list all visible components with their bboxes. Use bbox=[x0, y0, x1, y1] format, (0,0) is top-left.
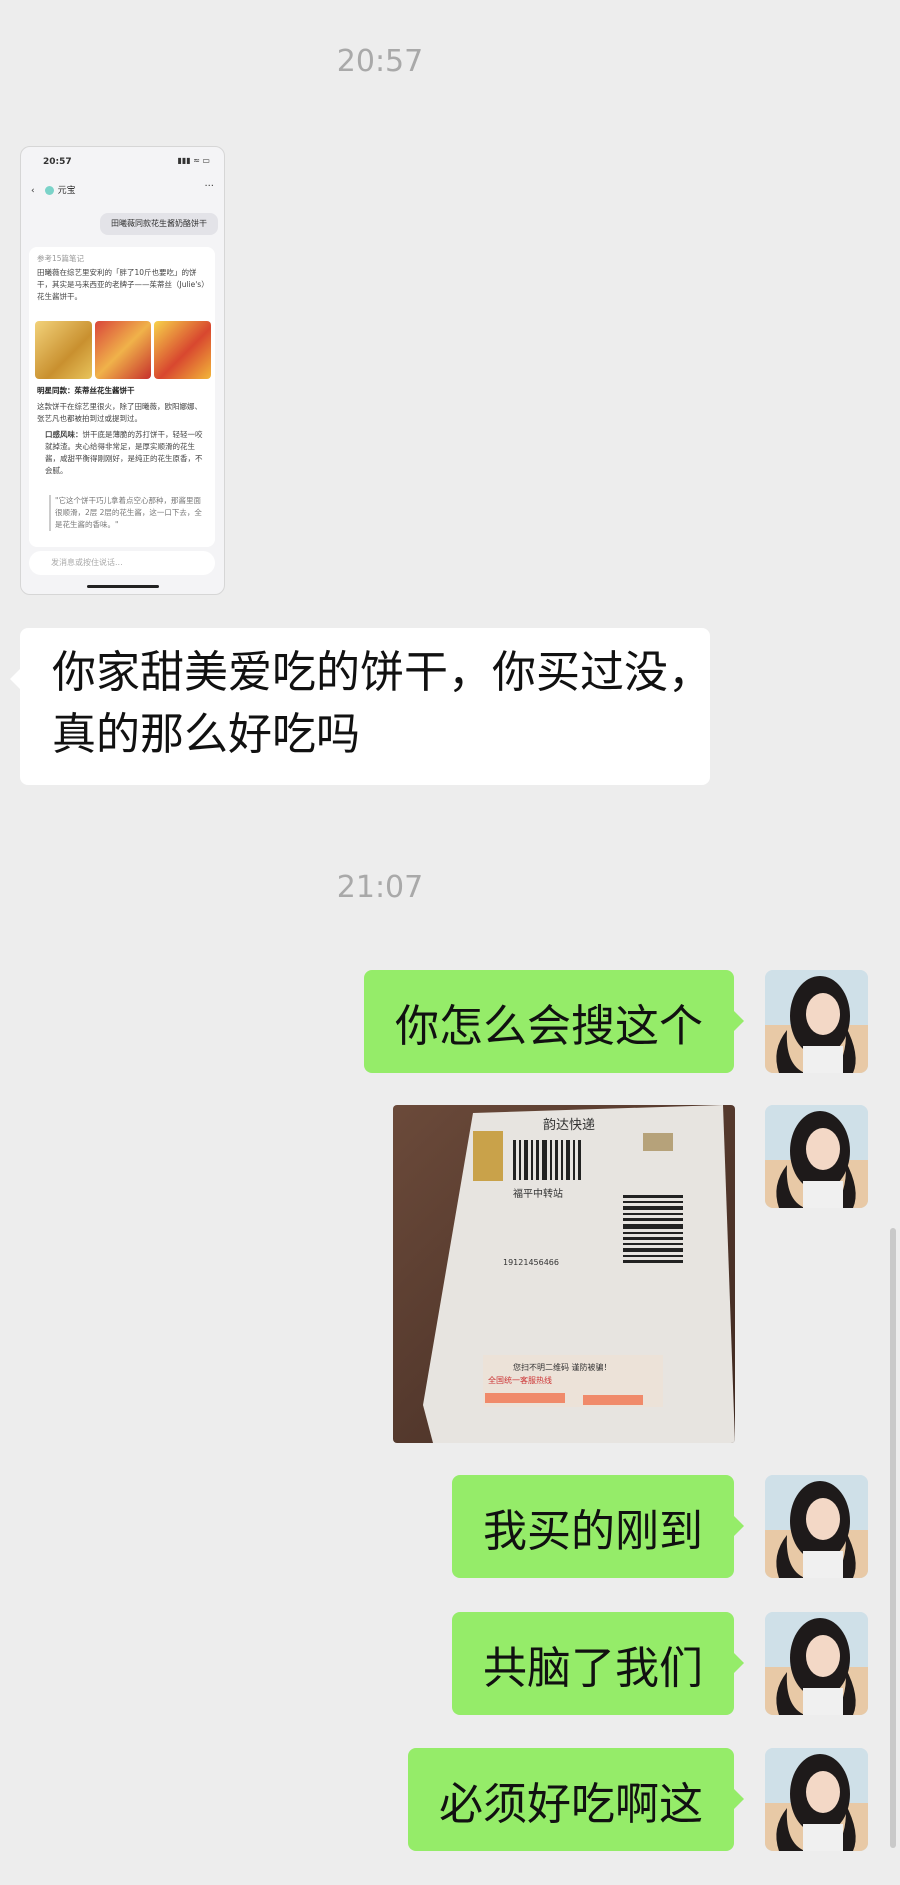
avatar[interactable] bbox=[765, 970, 868, 1073]
incoming-message-bubble[interactable]: 你家甜美爱吃的饼干，你买过没， 真的那么好吃吗 bbox=[10, 628, 712, 785]
message-text: 你怎么会搜这个 bbox=[395, 1000, 703, 1052]
thumb-answer-intro: 田曦薇在综艺里安利的「胖了10斤也要吃」的饼干，其实是马来西亚的老牌子——茱蒂丝… bbox=[37, 268, 205, 301]
thumb-bullet-title: 口感风味： bbox=[45, 430, 83, 439]
thumb-ref-line: 参考15篇笔记 bbox=[37, 254, 85, 263]
back-icon: ‹ bbox=[31, 186, 35, 196]
outgoing-message-bubble[interactable]: 必须好吃啊这 bbox=[408, 1748, 744, 1851]
thumb-question-bubble: 田曦薇同款花生酱奶酪饼干 bbox=[100, 213, 218, 235]
timestamp: 21:07 bbox=[336, 870, 424, 905]
more-icon: ··· bbox=[204, 181, 214, 192]
avatar[interactable] bbox=[765, 1105, 868, 1208]
message-text: 我买的刚到 bbox=[483, 1505, 703, 1557]
thumb-input-bar: 发消息或按住说话... bbox=[29, 551, 215, 575]
avatar-photo bbox=[765, 1105, 868, 1208]
timestamp: 20:57 bbox=[336, 44, 424, 79]
outgoing-message-bubble[interactable]: 共脑了我们 bbox=[452, 1612, 744, 1715]
received-screenshot-image[interactable]: 20:57 ▮▮▮ ≈ ▭ ‹ 元宝 ··· 田曦薇同款花生酱奶酪饼干 参考15篇… bbox=[20, 146, 225, 595]
avatar[interactable] bbox=[765, 1475, 868, 1578]
app-logo-icon bbox=[44, 186, 54, 195]
outgoing-message-bubble[interactable]: 你怎么会搜这个 bbox=[364, 970, 744, 1073]
thumb-quote: "它这个饼干巧儿拿着点空心那种，那酱里面很顺滑，2层 2层的花生酱，这一口下去，… bbox=[49, 495, 205, 531]
message-text: 必须好吃啊这 bbox=[439, 1778, 703, 1830]
thumb-product-images bbox=[35, 321, 212, 379]
thumb-bullet: 口感风味：饼干底是薄脆的苏打饼干，轻轻一咬就掉渣。夹心给得非常足，是厚实顺滑的花… bbox=[45, 429, 207, 489]
thumb-app-title: 元宝 bbox=[57, 186, 76, 196]
thumb-answer-card: 参考15篇笔记 田曦薇在综艺里安利的「胖了10斤也要吃」的饼干，其实是马来西亚的… bbox=[29, 247, 215, 547]
message-text: 共脑了我们 bbox=[483, 1642, 703, 1694]
avatar-photo bbox=[765, 1748, 868, 1851]
thumb-status-icons: ▮▮▮ ≈ ▭ bbox=[177, 156, 210, 165]
thumb-section-title: 明星同款：茱蒂丝花生酱饼干 bbox=[37, 386, 135, 395]
parcel-label-photo: 韵达快递 福平中转站 19121456466 全国统一客服热线 您扫不明二维码 … bbox=[393, 1105, 735, 1443]
courier-name: 韵达快递 bbox=[543, 1118, 595, 1133]
avatar[interactable] bbox=[765, 1748, 868, 1851]
outgoing-message-bubble[interactable]: 我买的刚到 bbox=[452, 1475, 744, 1578]
thumb-status-time: 20:57 bbox=[43, 157, 72, 167]
parcel-photo-message[interactable]: 韵达快递 福平中转站 19121456466 全国统一客服热线 您扫不明二维码 … bbox=[393, 1105, 735, 1443]
tracking-fragment: 19121456466 bbox=[503, 1258, 559, 1267]
avatar-photo bbox=[765, 1475, 868, 1578]
thumb-header: ‹ 元宝 bbox=[31, 183, 76, 196]
scrollbar[interactable] bbox=[890, 1228, 896, 1848]
area-label: 福平中转站 bbox=[513, 1187, 563, 1200]
label-footer-note: 您扫不明二维码 谨防被骗！ bbox=[513, 1362, 612, 1372]
thumb-input-placeholder: 发消息或按住说话... bbox=[51, 558, 123, 567]
label-footer-red: 全国统一客服热线 bbox=[488, 1375, 552, 1385]
message-text-line: 你家甜美爱吃的饼干，你买过没， bbox=[52, 647, 712, 698]
avatar-photo bbox=[765, 1612, 868, 1715]
avatar-photo bbox=[765, 970, 868, 1073]
message-text-line: 真的那么好吃吗 bbox=[52, 709, 360, 760]
avatar[interactable] bbox=[765, 1612, 868, 1715]
thumb-para: 这款饼干在综艺里很火，除了田曦薇，欧阳娜娜、张艺凡也都被拍到过或提到过。 bbox=[37, 402, 202, 423]
thumb-home-indicator bbox=[87, 585, 159, 588]
